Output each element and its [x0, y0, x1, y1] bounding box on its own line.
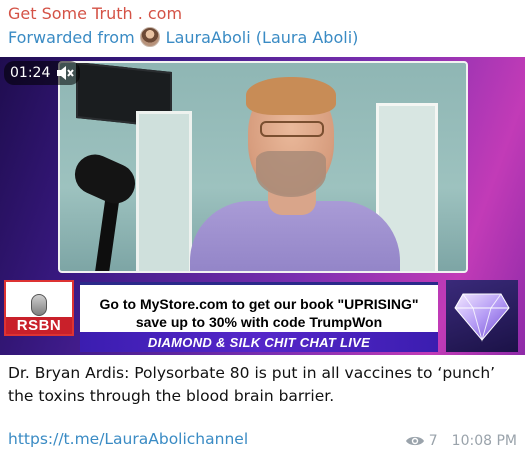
- speaker-glasses: [260, 121, 324, 137]
- speaker-beard: [256, 151, 326, 197]
- microphone-arm: [94, 196, 120, 271]
- promo-line-2: save up to 30% with code TrumpWon: [135, 313, 383, 330]
- video-frame: [58, 61, 468, 273]
- message-meta: 7 10:08 PM: [405, 433, 517, 449]
- speaker-muted-icon[interactable]: [56, 65, 75, 81]
- show-title: DIAMOND & SILK CHIT CHAT LIVE: [80, 332, 438, 352]
- channel-name[interactable]: Get Some Truth . com: [8, 4, 182, 23]
- video-duration: 01:24: [10, 65, 51, 81]
- forwarded-header[interactable]: Forwarded from LauraAboli (Laura Aboli): [8, 27, 358, 47]
- video-scene-door-left: [136, 111, 192, 271]
- video-lower-third: RSBN Go to MyStore.com to get our book "…: [0, 280, 525, 355]
- rsbn-logo-text: RSBN: [6, 317, 72, 334]
- forwarded-prefix: Forwarded from: [8, 27, 135, 47]
- rsbn-logo: RSBN: [4, 280, 74, 336]
- view-count: 7: [428, 433, 438, 449]
- video-duration-badge[interactable]: 01:24: [4, 61, 81, 85]
- microphone: [68, 148, 142, 210]
- forwarded-from-name[interactable]: LauraAboli (Laura Aboli): [166, 28, 359, 47]
- speaker-hair: [246, 77, 336, 115]
- message-time: 10:08 PM: [451, 433, 517, 449]
- microphone-icon: [31, 294, 47, 316]
- avatar[interactable]: [139, 27, 160, 47]
- promo-line-1: Go to MyStore.com to get our book "UPRIS…: [99, 295, 419, 312]
- channel-link[interactable]: https://t.me/LauraAbolichannel: [8, 430, 248, 448]
- message-bubble: Get Some Truth . com Forwarded from Laur…: [0, 0, 525, 455]
- diamond-logo: [446, 280, 518, 352]
- video-player[interactable]: 01:24 RSBN Go to MyStore.com to get our …: [0, 57, 525, 355]
- message-text: Dr. Bryan Ardis: Polysorbate 80 is put i…: [8, 364, 496, 405]
- eye-icon: [405, 436, 424, 446]
- diamond-icon: [454, 293, 510, 342]
